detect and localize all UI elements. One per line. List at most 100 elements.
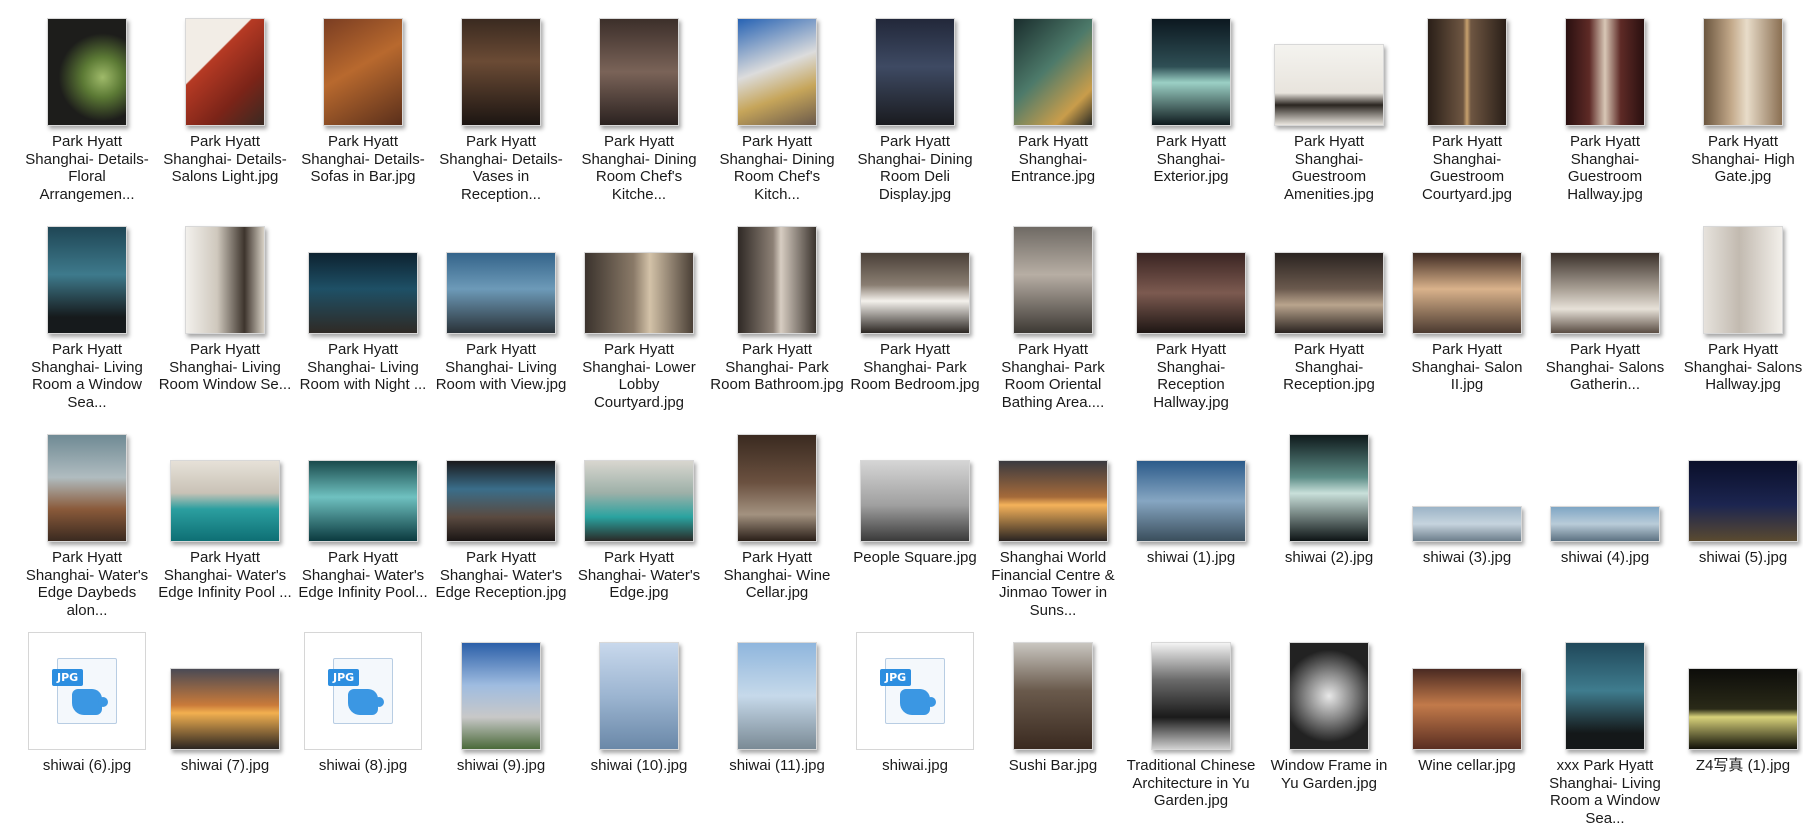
file-item[interactable]: shiwai (7).jpg — [156, 628, 294, 836]
file-item[interactable]: Park Hyatt Shanghai- Dining Room Chef's … — [570, 4, 708, 212]
file-item[interactable]: Park Hyatt Shanghai- Details- Vases in R… — [432, 4, 570, 212]
file-item[interactable]: shiwai (2).jpg — [1260, 420, 1398, 628]
image-thumbnail[interactable] — [185, 18, 265, 126]
image-thumbnail[interactable] — [1013, 18, 1093, 126]
image-thumbnail[interactable] — [1412, 252, 1522, 334]
file-item[interactable]: shiwai (11).jpg — [708, 628, 846, 836]
file-item[interactable]: JPG shiwai (6).jpg — [18, 628, 156, 836]
file-item[interactable]: shiwai (9).jpg — [432, 628, 570, 836]
file-item[interactable]: Park Hyatt Shanghai- Lower Lobby Courtya… — [570, 212, 708, 420]
file-item[interactable]: Park Hyatt Shanghai- Salons Gatherin... — [1536, 212, 1674, 420]
image-thumbnail[interactable] — [446, 460, 556, 542]
file-item[interactable]: Park Hyatt Shanghai- Living Room with Ni… — [294, 212, 432, 420]
file-item[interactable]: Sushi Bar.jpg — [984, 628, 1122, 836]
image-thumbnail[interactable] — [308, 460, 418, 542]
file-item[interactable]: Park Hyatt Shanghai- Reception Hallway.j… — [1122, 212, 1260, 420]
image-thumbnail[interactable] — [584, 252, 694, 334]
file-item[interactable]: Park Hyatt Shanghai- Water's Edge Infini… — [156, 420, 294, 628]
image-thumbnail[interactable] — [1013, 642, 1093, 750]
file-item[interactable]: Park Hyatt Shanghai- Guestroom Courtyard… — [1398, 4, 1536, 212]
image-thumbnail[interactable] — [860, 460, 970, 542]
jpg-file-icon[interactable]: JPG — [28, 632, 146, 750]
file-item[interactable]: Window Frame in Yu Garden.jpg — [1260, 628, 1398, 836]
image-thumbnail[interactable] — [1289, 642, 1369, 750]
file-item[interactable]: Z4写真 (1).jpg — [1674, 628, 1803, 836]
image-thumbnail[interactable] — [1274, 44, 1384, 126]
file-item[interactable]: Park Hyatt Shanghai- Guestroom Hallway.j… — [1536, 4, 1674, 212]
file-item[interactable]: Park Hyatt Shanghai- High Gate.jpg — [1674, 4, 1803, 212]
image-thumbnail[interactable] — [1412, 668, 1522, 750]
image-thumbnail[interactable] — [599, 642, 679, 750]
file-item[interactable]: Traditional Chinese Architecture in Yu G… — [1122, 628, 1260, 836]
image-thumbnail[interactable] — [875, 18, 955, 126]
image-thumbnail[interactable] — [47, 18, 127, 126]
image-thumbnail[interactable] — [1703, 226, 1783, 334]
image-thumbnail[interactable] — [737, 642, 817, 750]
image-thumbnail[interactable] — [737, 434, 817, 542]
file-item[interactable]: Park Hyatt Shanghai- Park Room Oriental … — [984, 212, 1122, 420]
file-item[interactable]: Park Hyatt Shanghai- Dining Room Deli Di… — [846, 4, 984, 212]
image-thumbnail[interactable] — [1136, 460, 1246, 542]
image-thumbnail[interactable] — [1013, 226, 1093, 334]
image-thumbnail[interactable] — [446, 252, 556, 334]
file-item[interactable]: Park Hyatt Shanghai- Living Room Window … — [156, 212, 294, 420]
file-item[interactable]: Park Hyatt Shanghai- Park Room Bathroom.… — [708, 212, 846, 420]
file-item[interactable]: Park Hyatt Shanghai- Entrance.jpg — [984, 4, 1122, 212]
image-thumbnail[interactable] — [323, 18, 403, 126]
file-item[interactable]: shiwai (3).jpg — [1398, 420, 1536, 628]
image-thumbnail[interactable] — [461, 18, 541, 126]
image-thumbnail[interactable] — [1274, 252, 1384, 334]
jpg-file-icon[interactable]: JPG — [304, 632, 422, 750]
file-item[interactable]: Shanghai World Financial Centre & Jinmao… — [984, 420, 1122, 628]
image-thumbnail[interactable] — [1688, 668, 1798, 750]
image-thumbnail[interactable] — [1412, 506, 1522, 542]
file-item[interactable]: Park Hyatt Shanghai- Salons Hallway.jpg — [1674, 212, 1803, 420]
image-thumbnail[interactable] — [1427, 18, 1507, 126]
file-item[interactable]: Park Hyatt Shanghai- Details- Floral Arr… — [18, 4, 156, 212]
file-item[interactable]: shiwai (1).jpg — [1122, 420, 1260, 628]
file-item[interactable]: shiwai (10).jpg — [570, 628, 708, 836]
file-item[interactable]: JPG shiwai.jpg — [846, 628, 984, 836]
image-thumbnail[interactable] — [1151, 18, 1231, 126]
image-thumbnail[interactable] — [185, 226, 265, 334]
image-thumbnail[interactable] — [1550, 506, 1660, 542]
file-item[interactable]: Park Hyatt Shanghai- Wine Cellar.jpg — [708, 420, 846, 628]
file-item[interactable]: Park Hyatt Shanghai- Dining Room Chef's … — [708, 4, 846, 212]
image-thumbnail[interactable] — [170, 460, 280, 542]
file-item[interactable]: Park Hyatt Shanghai- Water's Edge Infini… — [294, 420, 432, 628]
file-item[interactable]: Park Hyatt Shanghai- Living Room a Windo… — [18, 212, 156, 420]
file-item[interactable]: Park Hyatt Shanghai- Details- Sofas in B… — [294, 4, 432, 212]
image-thumbnail[interactable] — [1688, 460, 1798, 542]
jpg-file-icon[interactable]: JPG — [856, 632, 974, 750]
image-thumbnail[interactable] — [1151, 642, 1231, 750]
image-thumbnail[interactable] — [1289, 434, 1369, 542]
file-item[interactable]: Park Hyatt Shanghai- Water's Edge Recept… — [432, 420, 570, 628]
image-thumbnail[interactable] — [47, 226, 127, 334]
file-item[interactable]: Park Hyatt Shanghai- Reception.jpg — [1260, 212, 1398, 420]
image-thumbnail[interactable] — [584, 460, 694, 542]
image-thumbnail[interactable] — [1136, 252, 1246, 334]
image-thumbnail[interactable] — [1565, 18, 1645, 126]
file-item[interactable]: Park Hyatt Shanghai- Details- Salons Lig… — [156, 4, 294, 212]
file-item[interactable]: Park Hyatt Shanghai- Living Room with Vi… — [432, 212, 570, 420]
file-item[interactable]: Park Hyatt Shanghai- Water's Edge.jpg — [570, 420, 708, 628]
image-thumbnail[interactable] — [998, 460, 1108, 542]
file-item[interactable]: xxx Park Hyatt Shanghai- Living Room a W… — [1536, 628, 1674, 836]
file-item[interactable]: shiwai (4).jpg — [1536, 420, 1674, 628]
file-item[interactable]: Park Hyatt Shanghai- Salon II.jpg — [1398, 212, 1536, 420]
image-thumbnail[interactable] — [860, 252, 970, 334]
file-item[interactable]: Park Hyatt Shanghai- Park Room Bedroom.j… — [846, 212, 984, 420]
image-thumbnail[interactable] — [47, 434, 127, 542]
image-thumbnail[interactable] — [1703, 18, 1783, 126]
file-item[interactable]: Park Hyatt Shanghai- Exterior.jpg — [1122, 4, 1260, 212]
image-thumbnail[interactable] — [599, 18, 679, 126]
file-item[interactable]: Wine cellar.jpg — [1398, 628, 1536, 836]
file-item[interactable]: Park Hyatt Shanghai- Water's Edge Daybed… — [18, 420, 156, 628]
file-item[interactable]: JPG shiwai (8).jpg — [294, 628, 432, 836]
file-item[interactable]: Park Hyatt Shanghai- Guestroom Amenities… — [1260, 4, 1398, 212]
image-thumbnail[interactable] — [1565, 642, 1645, 750]
image-thumbnail[interactable] — [737, 18, 817, 126]
image-thumbnail[interactable] — [308, 252, 418, 334]
image-thumbnail[interactable] — [170, 668, 280, 750]
file-item[interactable]: People Square.jpg — [846, 420, 984, 628]
